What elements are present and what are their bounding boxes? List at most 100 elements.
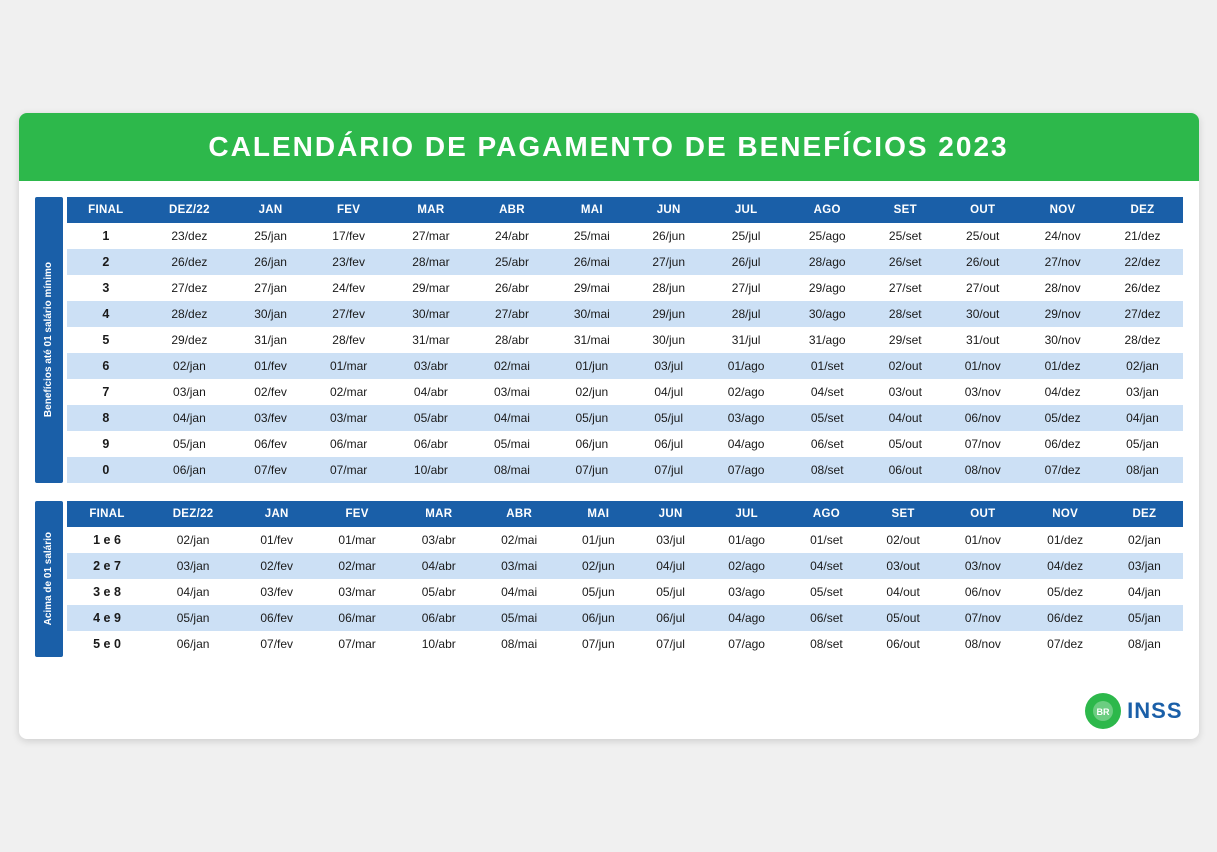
table-row: 703/jan02/fev02/mar04/abr03/mai02/jun04/…: [67, 379, 1183, 405]
date-cell: 04/jan: [148, 579, 239, 605]
date-cell: 31/mar: [390, 327, 472, 353]
date-cell: 03/mai: [478, 553, 560, 579]
table-row: 1 e 602/jan01/fev01/mar03/abr02/mai01/ju…: [67, 527, 1183, 553]
date-cell: 06/jan: [145, 457, 234, 483]
table-row: 006/jan07/fev07/mar10/abr08/mai07/jun07/…: [67, 457, 1183, 483]
date-cell: 30/out: [943, 301, 1023, 327]
section2-col-header: FINAL: [67, 501, 148, 527]
date-cell: 05/abr: [399, 579, 478, 605]
table-row: 3 e 804/jan03/fev03/mar05/abr04/mai05/ju…: [67, 579, 1183, 605]
date-cell: 05/set: [787, 405, 868, 431]
date-cell: 30/jun: [632, 327, 706, 353]
date-cell: 02/jan: [1103, 353, 1183, 379]
date-cell: 29/jun: [632, 301, 706, 327]
date-cell: 04/jan: [1103, 405, 1183, 431]
section2-col-header: MAR: [399, 501, 478, 527]
date-cell: 26/dez: [1103, 275, 1183, 301]
date-cell: 07/jul: [636, 631, 705, 657]
date-cell: 07/fev: [234, 457, 308, 483]
section2-col-header: NOV: [1024, 501, 1106, 527]
table-row: 226/dez26/jan23/fev28/mar25/abr26/mai27/…: [67, 249, 1183, 275]
date-cell: 26/set: [868, 249, 943, 275]
date-cell: 30/jan: [234, 301, 308, 327]
date-cell: 04/dez: [1023, 379, 1103, 405]
inss-logo: BR INSS: [1085, 693, 1182, 729]
date-cell: 04/out: [864, 579, 941, 605]
date-cell: 31/mai: [552, 327, 632, 353]
table-row: 529/dez31/jan28/fev31/mar28/abr31/mai30/…: [67, 327, 1183, 353]
date-cell: 22/dez: [1103, 249, 1183, 275]
date-cell: 08/set: [788, 631, 864, 657]
section1-col-header: OUT: [943, 197, 1023, 223]
date-cell: 08/set: [787, 457, 868, 483]
table-row: 2 e 703/jan02/fev02/mar04/abr03/mai02/ju…: [67, 553, 1183, 579]
date-cell: 01/dez: [1023, 353, 1103, 379]
date-cell: 27/jun: [632, 249, 706, 275]
date-cell: 25/abr: [472, 249, 552, 275]
inss-text-label: INSS: [1127, 698, 1182, 724]
table-row: 5 e 006/jan07/fev07/mar10/abr08/mai07/ju…: [67, 631, 1183, 657]
date-cell: 08/mai: [472, 457, 552, 483]
date-cell: 01/jun: [560, 527, 636, 553]
date-cell: 10/abr: [399, 631, 478, 657]
date-cell: 03/nov: [942, 553, 1024, 579]
date-cell: 26/jan: [234, 249, 308, 275]
date-cell: 10/abr: [390, 457, 472, 483]
date-cell: 02/ago: [706, 379, 787, 405]
date-cell: 03/mar: [315, 579, 400, 605]
date-cell: 31/jan: [234, 327, 308, 353]
date-cell: 07/mar: [315, 631, 400, 657]
date-cell: 29/mai: [552, 275, 632, 301]
date-cell: 02/jun: [560, 553, 636, 579]
date-cell: 03/jan: [1103, 379, 1183, 405]
section2-col-header: SET: [864, 501, 941, 527]
date-cell: 29/set: [868, 327, 943, 353]
section1-col-header: ABR: [472, 197, 552, 223]
date-cell: 17/fev: [307, 223, 389, 249]
table-row: 602/jan01/fev01/mar03/abr02/mai01/jun03/…: [67, 353, 1183, 379]
date-cell: 05/dez: [1023, 405, 1103, 431]
date-cell: 02/jun: [552, 379, 632, 405]
date-cell: 04/jan: [145, 405, 234, 431]
final-digit-cell: 6: [67, 353, 146, 379]
date-cell: 27/mar: [390, 223, 472, 249]
section1-col-header: MAI: [552, 197, 632, 223]
date-cell: 07/dez: [1024, 631, 1106, 657]
section1-table-wrap: FINALDEZ/22JANFEVMARABRMAIJUNJULAGOSETOU…: [67, 197, 1183, 483]
section2-col-header: FEV: [315, 501, 400, 527]
date-cell: 03/jan: [145, 379, 234, 405]
date-cell: 06/jun: [560, 605, 636, 631]
section2-col-header: MAI: [560, 501, 636, 527]
section1-table: FINALDEZ/22JANFEVMARABRMAIJUNJULAGOSETOU…: [67, 197, 1183, 483]
date-cell: 27/fev: [307, 301, 389, 327]
date-cell: 02/out: [868, 353, 943, 379]
page-header: CALENDÁRIO DE PAGAMENTO DE BENEFÍCIOS 20…: [19, 113, 1199, 181]
date-cell: 06/set: [788, 605, 864, 631]
date-cell: 28/set: [868, 301, 943, 327]
date-cell: 06/jun: [552, 431, 632, 457]
date-cell: 26/out: [943, 249, 1023, 275]
date-cell: 02/mai: [478, 527, 560, 553]
date-cell: 01/mar: [315, 527, 400, 553]
section2-col-header: DEZ: [1106, 501, 1182, 527]
date-cell: 27/jul: [706, 275, 787, 301]
date-cell: 03/fev: [239, 579, 315, 605]
date-cell: 25/jul: [706, 223, 787, 249]
section2-table-wrap: FINALDEZ/22JANFEVMARABRMAIJUNJULAGOSETOU…: [67, 501, 1183, 657]
table-row: 327/dez27/jan24/fev29/mar26/abr29/mai28/…: [67, 275, 1183, 301]
date-cell: 02/mar: [315, 553, 400, 579]
final-digit-cell: 3 e 8: [67, 579, 148, 605]
date-cell: 26/abr: [472, 275, 552, 301]
date-cell: 04/mai: [478, 579, 560, 605]
final-digit-cell: 2 e 7: [67, 553, 148, 579]
date-cell: 29/ago: [787, 275, 868, 301]
date-cell: 03/jul: [636, 527, 705, 553]
date-cell: 02/fev: [239, 553, 315, 579]
date-cell: 03/abr: [390, 353, 472, 379]
date-cell: 06/mar: [307, 431, 389, 457]
date-cell: 01/set: [787, 353, 868, 379]
date-cell: 04/mai: [472, 405, 552, 431]
final-digit-cell: 0: [67, 457, 146, 483]
date-cell: 31/jul: [706, 327, 787, 353]
table-row: 428/dez30/jan27/fev30/mar27/abr30/mai29/…: [67, 301, 1183, 327]
